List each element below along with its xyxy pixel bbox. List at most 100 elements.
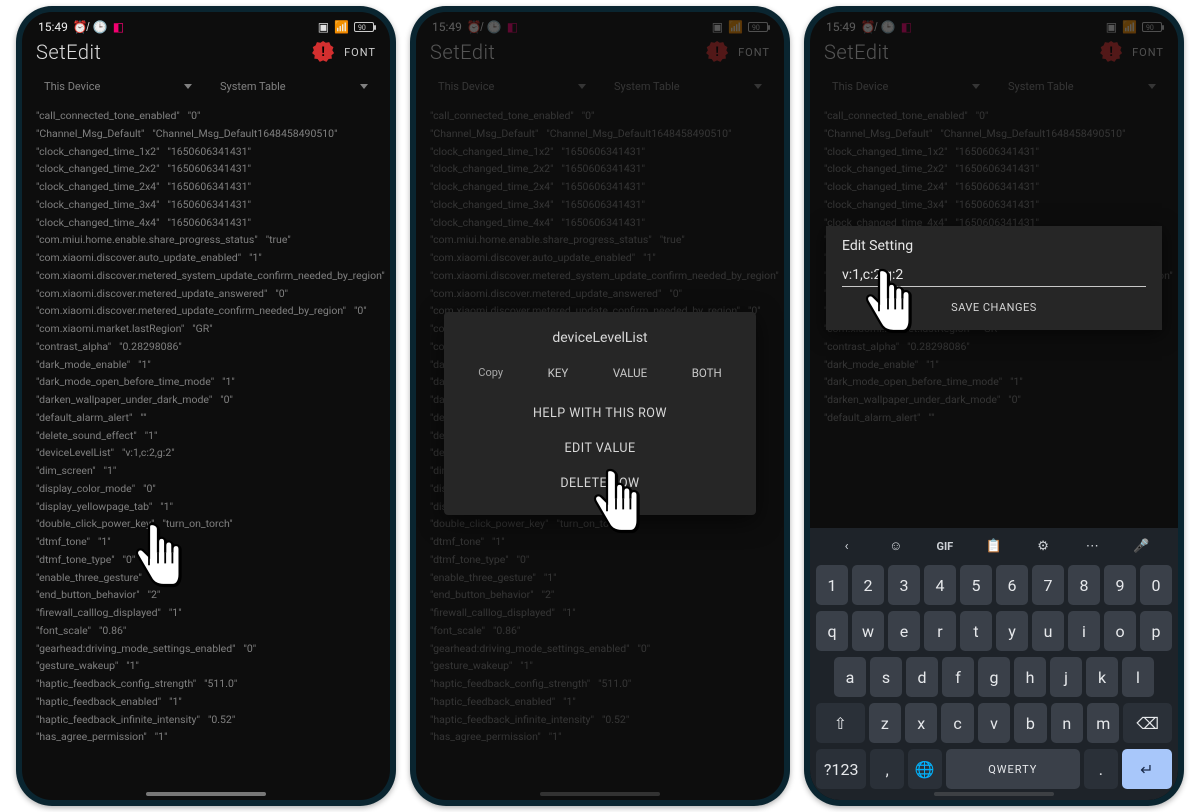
setting-row[interactable]: haptic_feedback_infinite_intensity0.52 bbox=[36, 711, 376, 729]
key-a[interactable]: a bbox=[834, 657, 866, 697]
key-1[interactable]: 1 bbox=[816, 565, 848, 605]
table-dropdown[interactable]: System Table bbox=[1000, 74, 1164, 99]
setting-row[interactable]: clock_changed_time_4x41650606341431 bbox=[430, 214, 770, 232]
key-enter[interactable]: ↵ bbox=[1122, 749, 1172, 789]
kb-mic-icon[interactable]: 🎤 bbox=[1117, 539, 1166, 554]
device-dropdown[interactable]: This Device bbox=[824, 74, 988, 99]
key-h[interactable]: h bbox=[1014, 657, 1046, 697]
kb-clipboard-icon[interactable]: 📋 bbox=[969, 539, 1018, 554]
font-button[interactable]: FONT bbox=[344, 46, 376, 59]
setting-row[interactable]: com.miui.home.enable.share_progress_stat… bbox=[824, 231, 1164, 249]
setting-row[interactable]: font_scale0.86 bbox=[36, 622, 376, 640]
key-backspace[interactable]: ⌫ bbox=[1123, 703, 1172, 743]
setting-row[interactable]: com.xiaomi.discover.metered_system_updat… bbox=[824, 267, 1164, 285]
key-p[interactable]: p bbox=[1140, 611, 1172, 651]
setting-row[interactable]: clock_changed_time_2x41650606341431 bbox=[430, 178, 770, 196]
setting-row[interactable]: call_connected_tone_enabled0 bbox=[824, 107, 1164, 125]
setting-row[interactable]: dark_mode_enable1 bbox=[36, 356, 376, 374]
setting-row[interactable]: call_connected_tone_enabled0 bbox=[430, 107, 770, 125]
kb-gif-icon[interactable]: GIF bbox=[920, 540, 969, 553]
setting-row[interactable]: clock_changed_time_1x21650606341431 bbox=[824, 143, 1164, 161]
key-c[interactable]: c bbox=[941, 703, 973, 743]
setting-row[interactable]: com.xiaomi.discover.metered_update_answe… bbox=[824, 285, 1164, 303]
key-4[interactable]: 4 bbox=[924, 565, 956, 605]
setting-row[interactable]: end_button_behavior2 bbox=[36, 586, 376, 604]
setting-row[interactable]: com.xiaomi.discover.metered_update_confi… bbox=[430, 302, 770, 320]
setting-row[interactable]: firewall_calllog_displayed1 bbox=[430, 604, 770, 622]
setting-row[interactable]: clock_changed_time_1x21650606341431 bbox=[36, 143, 376, 161]
setting-row[interactable]: com.xiaomi.discover.metered_system_updat… bbox=[36, 267, 376, 285]
setting-row[interactable]: haptic_feedback_enabled1 bbox=[36, 693, 376, 711]
key-f[interactable]: f bbox=[942, 657, 974, 697]
key-k[interactable]: k bbox=[1086, 657, 1118, 697]
setting-row[interactable]: com.xiaomi.discover.metered_update_confi… bbox=[824, 302, 1164, 320]
setting-row[interactable]: dark_mode_enable1 bbox=[430, 356, 770, 374]
setting-row[interactable]: contrast_alpha0.28298086 bbox=[430, 338, 770, 356]
key-b[interactable]: b bbox=[1014, 703, 1046, 743]
key-5[interactable]: 5 bbox=[960, 565, 992, 605]
setting-row[interactable]: has_agree_permission1 bbox=[36, 728, 376, 746]
setting-row[interactable]: dtmf_tone1 bbox=[36, 533, 376, 551]
alert-gear-icon[interactable]: ! bbox=[312, 41, 334, 63]
alert-gear-icon[interactable]: ! bbox=[706, 41, 728, 63]
setting-row[interactable]: Channel_Msg_DefaultChannel_Msg_Default16… bbox=[430, 125, 770, 143]
key-l[interactable]: l bbox=[1122, 657, 1154, 697]
settings-list[interactable]: call_connected_tone_enabled0Channel_Msg_… bbox=[416, 107, 784, 746]
setting-row[interactable]: clock_changed_time_2x41650606341431 bbox=[824, 178, 1164, 196]
setting-row[interactable]: end_button_behavior2 bbox=[430, 586, 770, 604]
setting-row[interactable]: darken_wallpaper_under_dark_mode0 bbox=[36, 391, 376, 409]
home-indicator[interactable] bbox=[540, 792, 660, 796]
setting-row[interactable]: display_yellowpage_tab1 bbox=[36, 498, 376, 516]
setting-row[interactable]: com.xiaomi.discover.metered_update_answe… bbox=[36, 285, 376, 303]
setting-row[interactable]: font_scale0.86 bbox=[430, 622, 770, 640]
setting-row[interactable]: firewall_calllog_displayed1 bbox=[36, 604, 376, 622]
setting-row[interactable]: default_alarm_alert bbox=[36, 409, 376, 427]
setting-row[interactable]: darken_wallpaper_under_dark_mode0 bbox=[430, 391, 770, 409]
setting-row[interactable]: deviceLevelListv:1,c:2,g:2 bbox=[430, 444, 770, 462]
setting-row[interactable]: com.xiaomi.market.lastRegionGR bbox=[430, 320, 770, 338]
setting-row[interactable]: clock_changed_time_3x41650606341431 bbox=[36, 196, 376, 214]
setting-row[interactable]: clock_changed_time_2x21650606341431 bbox=[430, 160, 770, 178]
setting-row[interactable]: default_alarm_alert bbox=[824, 409, 1164, 427]
key-v[interactable]: v bbox=[978, 703, 1010, 743]
key-y[interactable]: y bbox=[996, 611, 1028, 651]
key-space[interactable]: QWERTY bbox=[946, 749, 1080, 789]
key-e[interactable]: e bbox=[888, 611, 920, 651]
setting-row[interactable]: double_click_power_keyturn_on_torch bbox=[36, 515, 376, 533]
kb-emoji-icon[interactable]: ☺ bbox=[871, 538, 920, 554]
setting-row[interactable]: Channel_Msg_DefaultChannel_Msg_Default16… bbox=[36, 125, 376, 143]
alert-gear-icon[interactable]: ! bbox=[1100, 41, 1122, 63]
setting-row[interactable]: contrast_alpha0.28298086 bbox=[36, 338, 376, 356]
key-r[interactable]: r bbox=[924, 611, 956, 651]
setting-row[interactable]: contrast_alpha0.28298086 bbox=[824, 338, 1164, 356]
key-8[interactable]: 8 bbox=[1068, 565, 1100, 605]
setting-row[interactable]: clock_changed_time_4x41650606341431 bbox=[36, 214, 376, 232]
setting-row[interactable]: dark_mode_enable1 bbox=[824, 356, 1164, 374]
font-button[interactable]: FONT bbox=[1132, 46, 1164, 59]
setting-row[interactable]: deviceLevelListv:1,c:2,g:2 bbox=[36, 444, 376, 462]
setting-row[interactable]: com.xiaomi.discover.metered_update_answe… bbox=[430, 285, 770, 303]
key-9[interactable]: 9 bbox=[1104, 565, 1136, 605]
setting-row[interactable]: gesture_wakeup1 bbox=[36, 657, 376, 675]
setting-row[interactable]: com.xiaomi.discover.metered_system_updat… bbox=[430, 267, 770, 285]
table-dropdown[interactable]: System Table bbox=[212, 74, 376, 99]
setting-row[interactable]: display_color_mode0 bbox=[430, 480, 770, 498]
key-z[interactable]: z bbox=[869, 703, 901, 743]
setting-row[interactable]: com.xiaomi.discover.auto_update_enabled1 bbox=[824, 249, 1164, 267]
soft-keyboard[interactable]: ‹ ☺ GIF 📋 ⚙ ⋯ 🎤 1234567890 qwertyuiop as… bbox=[810, 528, 1178, 800]
key-symbols[interactable]: ?123 bbox=[816, 749, 866, 789]
key-d[interactable]: d bbox=[906, 657, 938, 697]
setting-row[interactable]: haptic_feedback_infinite_intensity0.52 bbox=[430, 711, 770, 729]
key-t[interactable]: t bbox=[960, 611, 992, 651]
key-s[interactable]: s bbox=[870, 657, 902, 697]
key-q[interactable]: q bbox=[816, 611, 848, 651]
device-dropdown[interactable]: This Device bbox=[36, 74, 200, 99]
setting-row[interactable]: com.xiaomi.discover.metered_update_confi… bbox=[36, 302, 376, 320]
setting-row[interactable]: enable_three_gesture1 bbox=[430, 569, 770, 587]
key-0[interactable]: 0 bbox=[1140, 565, 1172, 605]
key-w[interactable]: w bbox=[852, 611, 884, 651]
key-6[interactable]: 6 bbox=[996, 565, 1028, 605]
key-g[interactable]: g bbox=[978, 657, 1010, 697]
setting-row[interactable]: haptic_feedback_config_strength511.0 bbox=[430, 675, 770, 693]
setting-row[interactable]: dtmf_tone_type0 bbox=[430, 551, 770, 569]
